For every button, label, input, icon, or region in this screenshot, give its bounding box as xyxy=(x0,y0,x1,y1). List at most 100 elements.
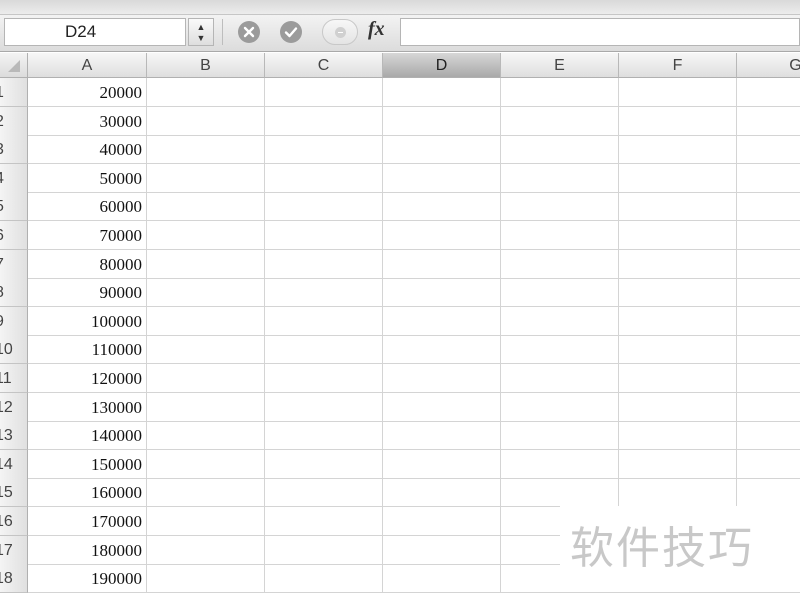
cell-c5[interactable] xyxy=(265,192,383,222)
cell-f5[interactable] xyxy=(619,192,737,222)
cell-e1[interactable] xyxy=(501,78,619,107)
cell-e14[interactable] xyxy=(501,449,619,479)
formula-input[interactable] xyxy=(400,18,800,46)
cell-g7[interactable] xyxy=(737,250,800,279)
cell-e9[interactable] xyxy=(501,306,619,336)
cell-d3[interactable] xyxy=(383,135,501,165)
cell-e10[interactable] xyxy=(501,335,619,365)
cell-d4[interactable] xyxy=(383,163,501,193)
name-box-stepper[interactable]: ▲ ▼ xyxy=(188,18,214,46)
cell-c10[interactable] xyxy=(265,335,383,365)
column-header-b[interactable]: B xyxy=(147,53,265,78)
cancel-icon[interactable] xyxy=(238,21,260,43)
cell-f8[interactable] xyxy=(619,278,737,308)
cell-g13[interactable] xyxy=(737,421,800,451)
cell-e2[interactable] xyxy=(501,106,619,136)
cell-d16[interactable] xyxy=(383,507,501,536)
cell-d18[interactable] xyxy=(383,564,501,594)
cell-e7[interactable] xyxy=(501,249,619,279)
cell-d17[interactable] xyxy=(383,535,501,565)
cell-a3[interactable]: 40000 xyxy=(28,135,147,165)
cell-d15[interactable] xyxy=(383,478,501,508)
cell-d10[interactable] xyxy=(383,335,501,365)
cell-f7[interactable] xyxy=(619,249,737,279)
row-header[interactable]: 1 xyxy=(0,78,28,107)
cell-g9[interactable] xyxy=(737,307,800,336)
cell-a4[interactable]: 50000 xyxy=(28,163,147,193)
cell-g5[interactable] xyxy=(737,192,800,222)
cell-e11[interactable] xyxy=(501,364,619,393)
cell-g4[interactable] xyxy=(737,164,800,193)
cell-f1[interactable] xyxy=(619,78,737,107)
cell-f9[interactable] xyxy=(619,306,737,336)
cell-g1[interactable] xyxy=(737,78,800,107)
cell-a9[interactable]: 100000 xyxy=(28,306,147,336)
cell-g15[interactable] xyxy=(737,478,800,508)
cell-b13[interactable] xyxy=(147,421,265,451)
cell-g10[interactable] xyxy=(737,335,800,365)
cell-g2[interactable] xyxy=(737,107,800,136)
cell-c3[interactable] xyxy=(265,135,383,165)
row-header[interactable]: 5 xyxy=(0,192,28,222)
cell-e13[interactable] xyxy=(501,421,619,451)
cell-d5[interactable] xyxy=(383,192,501,222)
cell-f2[interactable] xyxy=(619,106,737,136)
cell-c9[interactable] xyxy=(265,306,383,336)
cell-c2[interactable] xyxy=(265,106,383,136)
cell-a1[interactable]: 20000 xyxy=(28,78,147,107)
cell-c1[interactable] xyxy=(265,78,383,107)
cell-g14[interactable] xyxy=(737,450,800,479)
cell-a5[interactable]: 60000 xyxy=(28,192,147,222)
cell-f4[interactable] xyxy=(619,163,737,193)
row-header[interactable]: 2 xyxy=(0,106,28,136)
row-header[interactable]: 8 xyxy=(0,278,28,308)
cell-c15[interactable] xyxy=(265,478,383,508)
cell-b3[interactable] xyxy=(147,135,265,165)
cell-f3[interactable] xyxy=(619,135,737,165)
cell-c13[interactable] xyxy=(265,421,383,451)
cell-b17[interactable] xyxy=(147,535,265,565)
cell-d7[interactable] xyxy=(383,249,501,279)
cell-c4[interactable] xyxy=(265,163,383,193)
cell-b12[interactable] xyxy=(147,392,265,422)
row-header[interactable]: 13 xyxy=(0,421,28,451)
cell-a12[interactable]: 130000 xyxy=(28,392,147,422)
cell-b8[interactable] xyxy=(147,278,265,308)
cell-b14[interactable] xyxy=(147,449,265,479)
column-header-e[interactable]: E xyxy=(501,53,619,78)
cell-b4[interactable] xyxy=(147,163,265,193)
cell-d1[interactable] xyxy=(383,78,501,107)
cell-f15[interactable] xyxy=(619,478,737,508)
row-header[interactable]: 9 xyxy=(0,306,28,336)
row-header[interactable]: 17 xyxy=(0,535,28,565)
insert-function-toggle[interactable] xyxy=(322,19,358,45)
cell-d13[interactable] xyxy=(383,421,501,451)
cell-g11[interactable] xyxy=(737,364,800,393)
cell-b9[interactable] xyxy=(147,306,265,336)
cell-e3[interactable] xyxy=(501,135,619,165)
cell-c14[interactable] xyxy=(265,449,383,479)
cell-f6[interactable] xyxy=(619,221,737,250)
cell-a14[interactable]: 150000 xyxy=(28,449,147,479)
cell-b5[interactable] xyxy=(147,192,265,222)
cell-c12[interactable] xyxy=(265,392,383,422)
cell-d14[interactable] xyxy=(383,449,501,479)
cell-d9[interactable] xyxy=(383,306,501,336)
row-header[interactable]: 16 xyxy=(0,507,28,536)
cell-a18[interactable]: 190000 xyxy=(28,564,147,594)
cell-g6[interactable] xyxy=(737,221,800,250)
row-header[interactable]: 12 xyxy=(0,392,28,422)
cell-b7[interactable] xyxy=(147,249,265,279)
cell-f14[interactable] xyxy=(619,449,737,479)
cell-c6[interactable] xyxy=(265,221,383,250)
cell-b15[interactable] xyxy=(147,478,265,508)
row-header[interactable]: 10 xyxy=(0,335,28,365)
column-header-g[interactable]: G xyxy=(737,53,800,78)
cell-e4[interactable] xyxy=(501,163,619,193)
fx-icon[interactable]: fx xyxy=(368,18,385,41)
cell-c8[interactable] xyxy=(265,278,383,308)
cell-b6[interactable] xyxy=(147,221,265,250)
cell-a8[interactable]: 90000 xyxy=(28,278,147,308)
cell-d11[interactable] xyxy=(383,364,501,393)
cell-b2[interactable] xyxy=(147,106,265,136)
